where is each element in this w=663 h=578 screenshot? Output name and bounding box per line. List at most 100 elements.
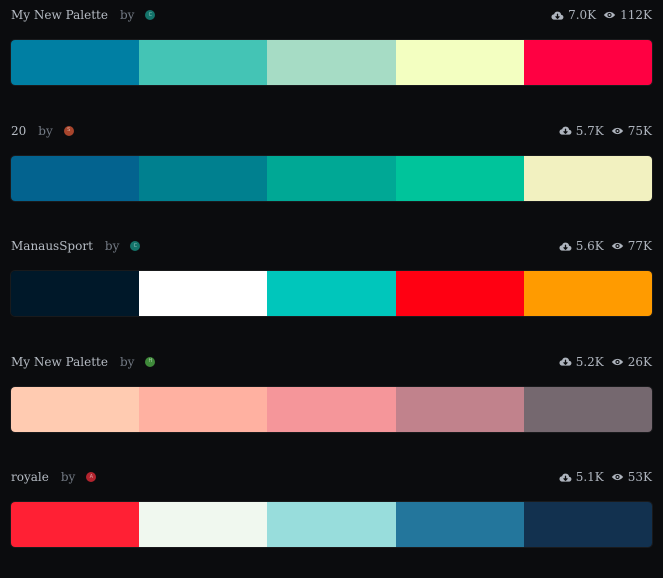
color-swatch[interactable] [267, 271, 396, 316]
downloads-count: 5.1K [575, 470, 604, 484]
color-swatch[interactable] [139, 40, 268, 85]
palette-card: ManausSport by C 5.6K 77K [11, 231, 652, 347]
eye-icon [611, 241, 628, 251]
palette-meta-left: 20 by S [11, 124, 74, 138]
downloads-count: 5.7K [575, 123, 604, 138]
author-avatar[interactable]: S [63, 125, 74, 136]
author-avatar[interactable]: C [145, 10, 156, 20]
color-swatch[interactable] [139, 271, 268, 316]
downloads-count: 7.0K [568, 8, 597, 22]
color-swatch[interactable] [395, 271, 524, 316]
avatar-letter: C [133, 242, 138, 249]
cloud-download-icon [559, 241, 576, 252]
palette-meta-left: My New Palette by H [11, 354, 156, 369]
color-swatch[interactable] [11, 502, 140, 547]
color-swatch[interactable] [523, 271, 652, 316]
by-label: by [38, 123, 53, 138]
palette-name-link[interactable]: My New Palette [11, 355, 108, 369]
views-stat[interactable]: 26K [611, 355, 652, 369]
views-stat[interactable]: 53K [611, 470, 652, 484]
views-count: 75K [627, 123, 652, 138]
swatch-bar [11, 155, 652, 201]
palette-meta-left: royale by A [11, 470, 97, 484]
author-avatar[interactable]: H [145, 356, 156, 367]
color-swatch[interactable] [11, 271, 140, 316]
by-label: by [104, 239, 120, 253]
color-swatch[interactable] [139, 502, 268, 547]
color-swatch[interactable] [523, 155, 652, 201]
palette-name-link[interactable]: 20 [11, 124, 26, 138]
palette-meta-row: My New Palette by H 5.2K 26K [11, 353, 652, 371]
palette-stats: 5.2K 26K [559, 355, 652, 369]
author-avatar[interactable]: C [130, 241, 141, 251]
views-stat[interactable]: 112K [603, 8, 652, 22]
eye-icon [611, 126, 628, 136]
color-swatch[interactable] [11, 40, 140, 85]
color-swatch[interactable] [395, 386, 524, 432]
swatch-bar [11, 386, 652, 432]
palette-meta-left: My New Palette by C [11, 8, 156, 22]
views-count: 53K [627, 470, 652, 484]
by-label: by [60, 470, 76, 484]
color-swatch[interactable] [395, 155, 524, 201]
views-count: 26K [627, 354, 652, 369]
color-swatch[interactable] [267, 386, 396, 432]
palette-stats: 5.1K 53K [559, 470, 652, 484]
downloads-stat[interactable]: 5.1K [559, 470, 604, 484]
color-swatch[interactable] [139, 155, 268, 201]
palette-meta-row: ManausSport by C 5.6K 77K [11, 237, 652, 255]
palette-stats: 5.7K 75K [559, 124, 652, 138]
color-swatch[interactable] [139, 386, 268, 432]
avatar-letter: C [148, 11, 153, 18]
views-stat[interactable]: 75K [611, 124, 652, 138]
palette-meta-left: ManausSport by C [11, 239, 141, 253]
color-swatch[interactable] [267, 155, 396, 201]
color-swatch[interactable] [267, 502, 396, 547]
avatar-letter: A [89, 473, 94, 480]
cloud-download-icon [559, 472, 576, 483]
palette-card: My New Palette by H 5.2K 26K [11, 347, 652, 463]
author-avatar[interactable]: A [86, 472, 97, 482]
by-label: by [119, 8, 135, 22]
color-swatch[interactable] [267, 40, 396, 85]
cloud-download-icon [551, 10, 568, 21]
palette-card: 20 by S 5.7K 75K [11, 116, 652, 232]
cloud-download-icon [559, 125, 576, 136]
palette-meta-row: My New Palette by C 7.0K 112K [11, 6, 652, 24]
palette-name-link[interactable]: royale [11, 470, 49, 484]
avatar-letter: S [67, 127, 71, 133]
downloads-stat[interactable]: 7.0K [551, 8, 596, 22]
views-count: 77K [627, 239, 652, 253]
swatch-bar [11, 271, 652, 316]
eye-icon [611, 357, 628, 367]
color-swatch[interactable] [395, 502, 524, 547]
color-swatch[interactable] [11, 386, 140, 432]
palette-card: My New Palette by C 7.0K 112K [11, 0, 652, 116]
swatch-bar [11, 40, 652, 85]
cloud-download-icon [559, 356, 576, 367]
downloads-count: 5.6K [575, 239, 604, 253]
palette-name-link[interactable]: My New Palette [11, 8, 108, 22]
downloads-count: 5.2K [575, 354, 604, 369]
palette-card: royale by A 5.1K 53K [11, 462, 652, 578]
palette-list: My New Palette by C 7.0K 112K 20 by S 5.… [11, 0, 652, 578]
palette-name-link[interactable]: ManausSport [11, 239, 93, 253]
color-swatch[interactable] [11, 155, 140, 201]
avatar-letter: H [148, 358, 153, 364]
palette-meta-row: 20 by S 5.7K 75K [11, 122, 652, 140]
downloads-stat[interactable]: 5.6K [559, 239, 604, 253]
eye-icon [611, 472, 628, 482]
palette-meta-row: royale by A 5.1K 53K [11, 468, 652, 486]
eye-icon [603, 10, 620, 20]
by-label: by [119, 354, 135, 369]
color-swatch[interactable] [523, 502, 652, 547]
downloads-stat[interactable]: 5.2K [559, 355, 604, 369]
views-stat[interactable]: 77K [611, 239, 652, 253]
swatch-bar [11, 502, 652, 547]
palette-stats: 5.6K 77K [559, 239, 652, 253]
views-count: 112K [620, 8, 652, 22]
color-swatch[interactable] [395, 40, 524, 85]
color-swatch[interactable] [523, 40, 652, 85]
color-swatch[interactable] [523, 386, 652, 432]
downloads-stat[interactable]: 5.7K [559, 124, 604, 138]
